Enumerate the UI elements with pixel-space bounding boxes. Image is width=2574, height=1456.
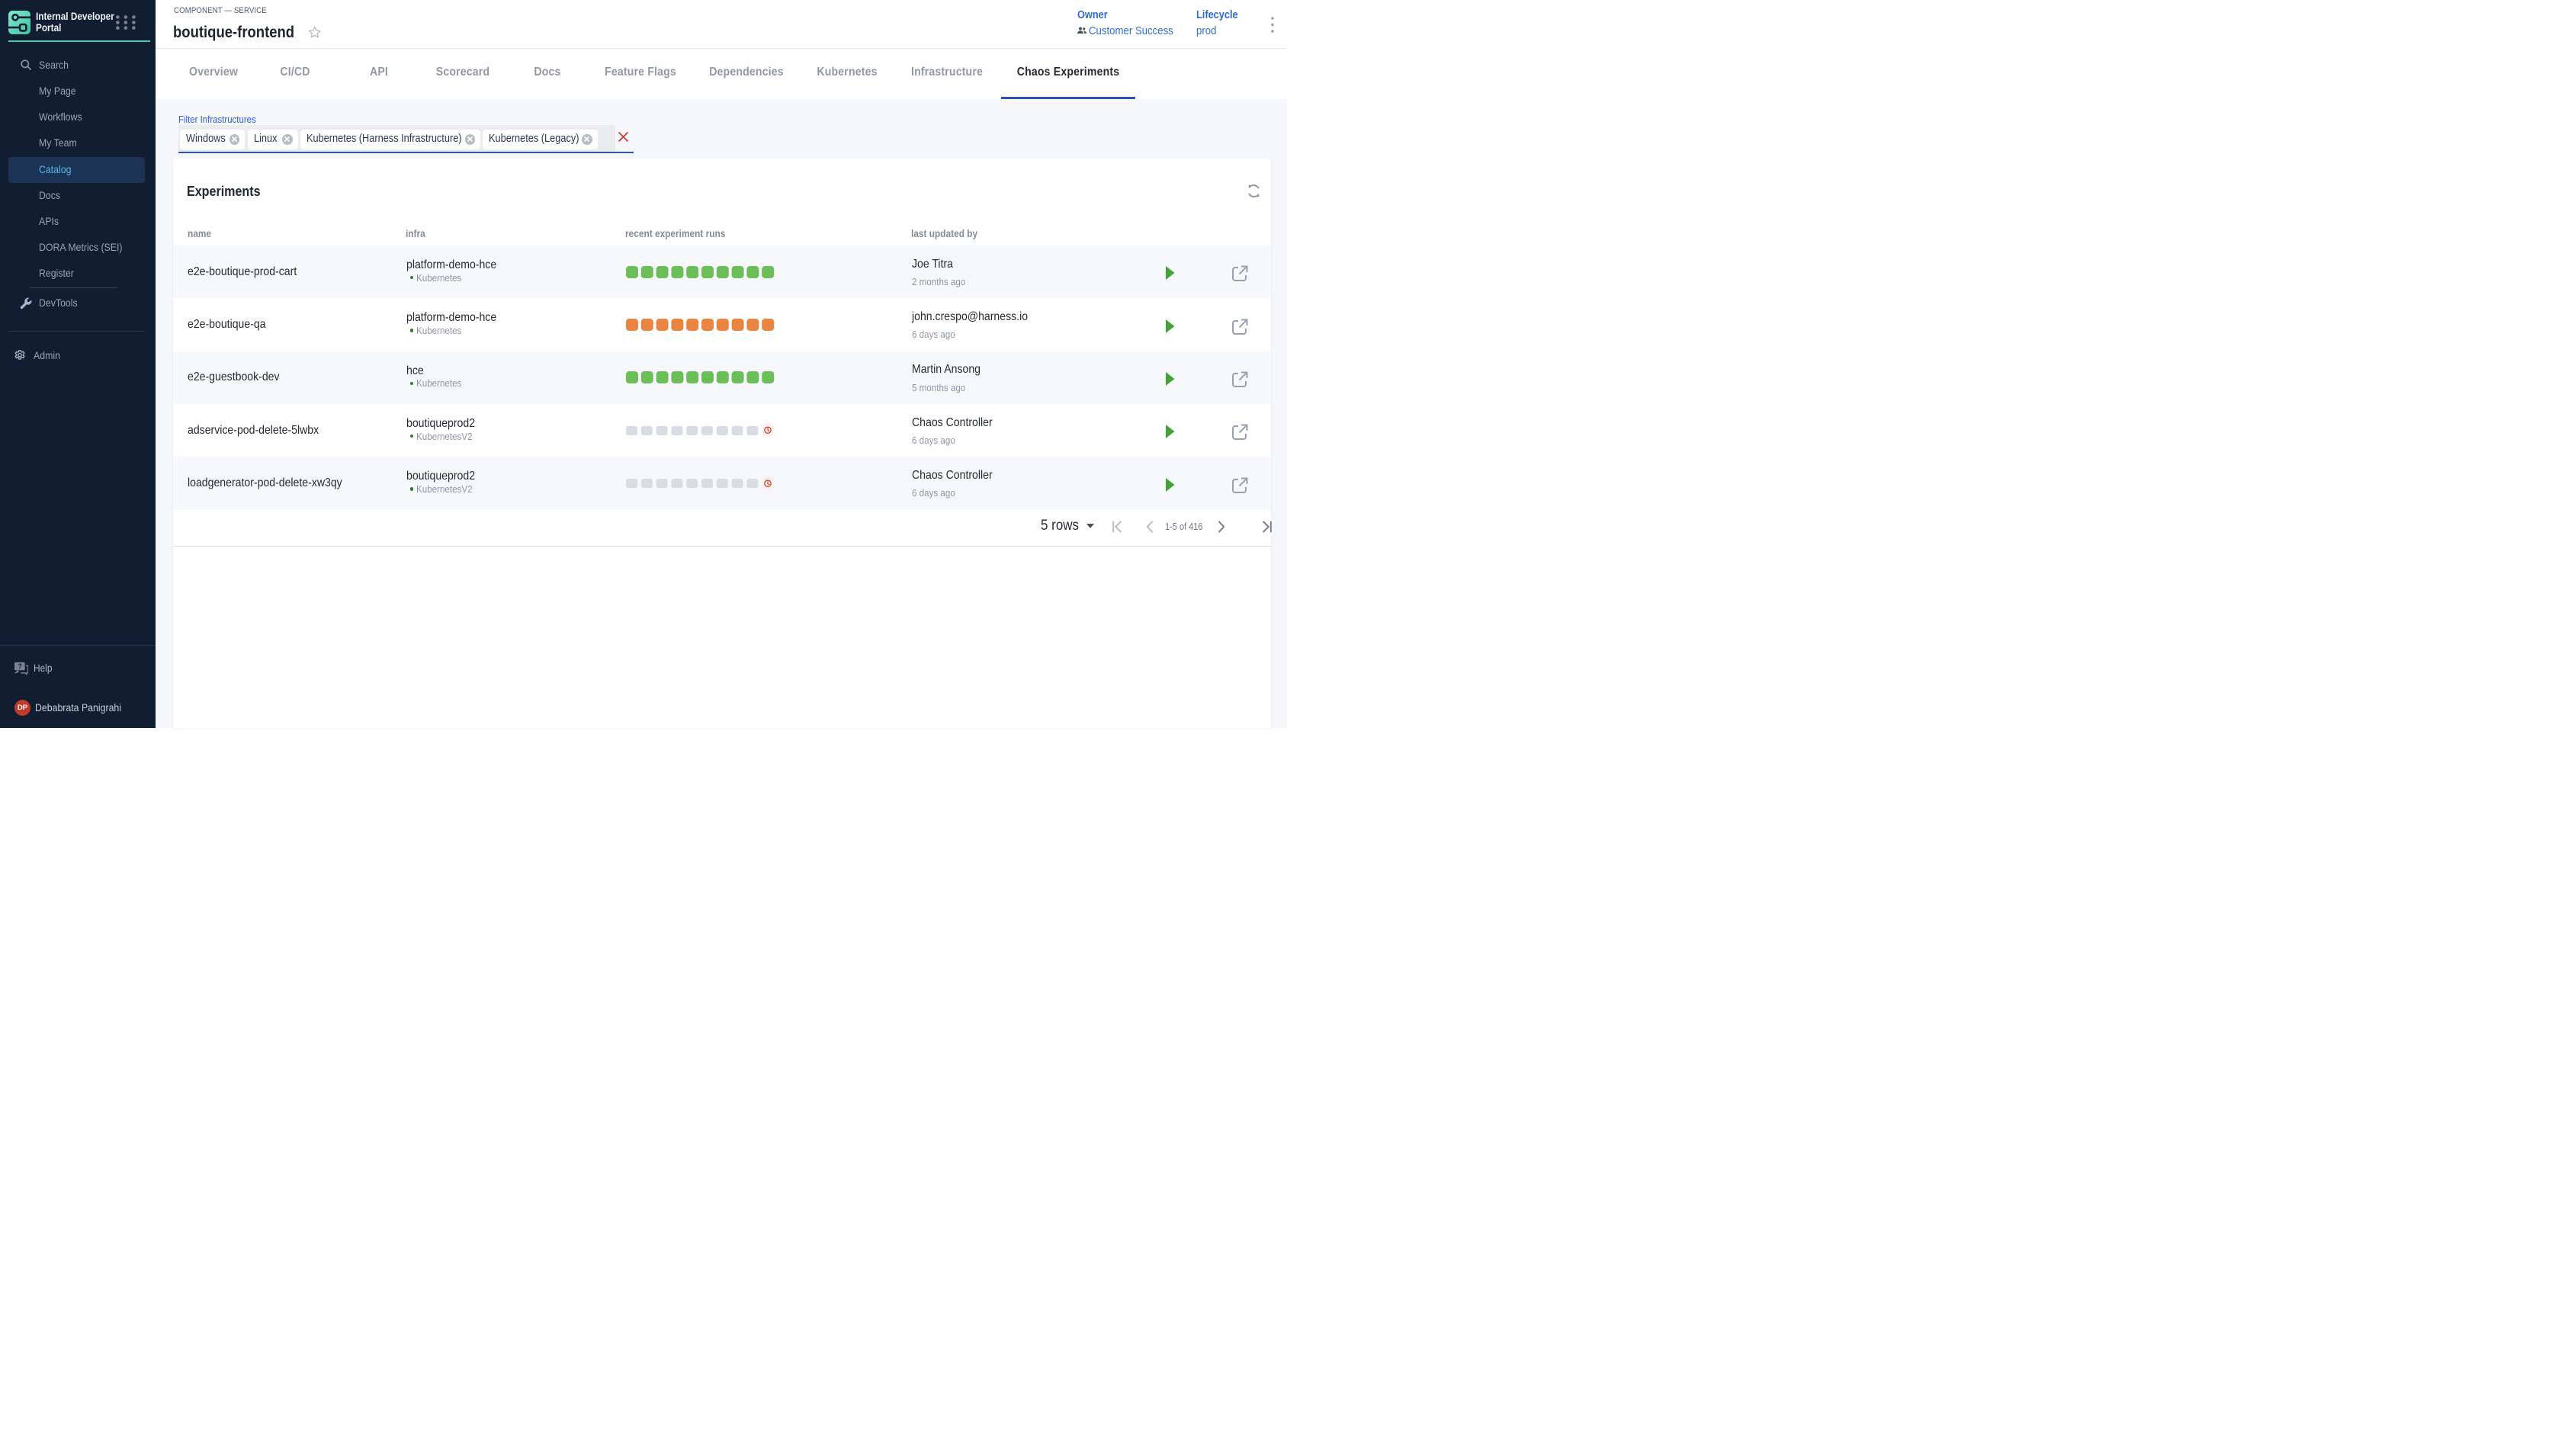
svg-text:?: ? [18, 662, 22, 670]
